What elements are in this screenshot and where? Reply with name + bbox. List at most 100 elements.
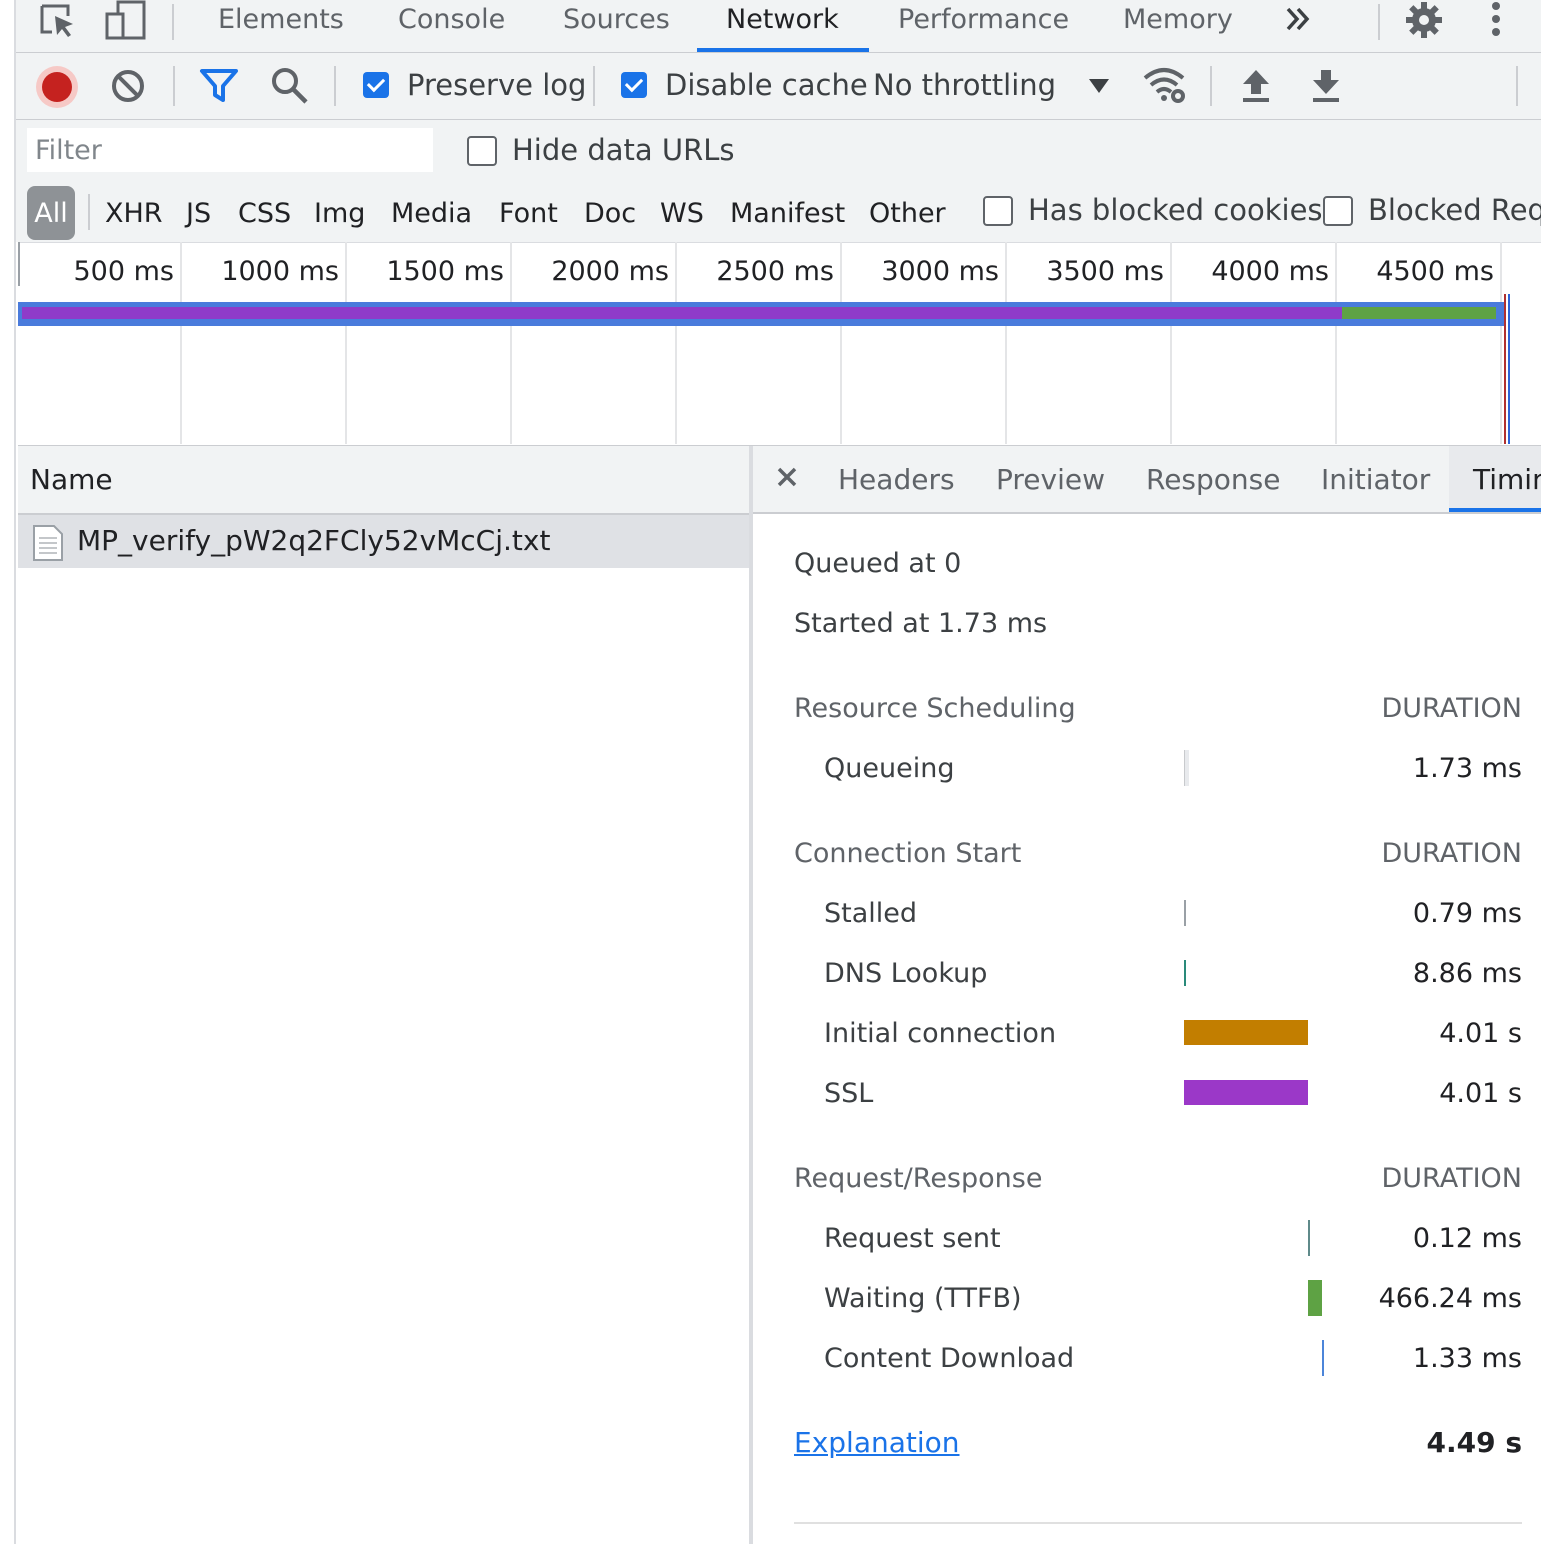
timing-value-request-sent: 0.12 ms bbox=[1412, 1223, 1522, 1254]
hide-data-urls-label[interactable]: Hide data URLs bbox=[512, 133, 735, 167]
record-icon[interactable] bbox=[34, 64, 80, 110]
hide-data-urls-checkbox[interactable] bbox=[467, 136, 497, 166]
detail-tab-indicator bbox=[1449, 508, 1541, 512]
close-icon[interactable] bbox=[776, 466, 798, 488]
more-tabs-icon[interactable] bbox=[1284, 4, 1314, 34]
overview-request-bar-ssl bbox=[22, 307, 1342, 319]
disable-cache-checkbox[interactable] bbox=[621, 72, 647, 98]
timing-value-stalled: 0.79 ms bbox=[1412, 898, 1522, 929]
dropdown-icon[interactable] bbox=[1088, 77, 1110, 95]
disable-cache-label[interactable]: Disable cache bbox=[665, 68, 868, 102]
tab-console[interactable]: Console bbox=[398, 0, 505, 52]
filter-input[interactable] bbox=[27, 128, 433, 172]
section-connection-start: Connection Start bbox=[794, 838, 1022, 869]
blocked-requests-label[interactable]: Blocked Requ bbox=[1368, 193, 1541, 227]
network-conditions-icon[interactable] bbox=[1142, 66, 1190, 106]
timing-bar-initial-connection bbox=[1184, 1020, 1308, 1045]
timing-bar-dns-lookup bbox=[1184, 960, 1186, 986]
preserve-log-checkbox[interactable] bbox=[363, 72, 389, 98]
upload-icon[interactable] bbox=[1240, 68, 1272, 104]
device-icon[interactable] bbox=[104, 0, 148, 42]
preserve-log-label[interactable]: Preserve log bbox=[407, 68, 586, 102]
overview-tick-label: 2500 ms bbox=[716, 256, 834, 287]
detail-tab-headers[interactable]: Headers bbox=[838, 446, 955, 512]
section-request-response: Request/Response bbox=[794, 1163, 1043, 1194]
timing-label-request-sent: Request sent bbox=[824, 1223, 1001, 1254]
tab-sources[interactable]: Sources bbox=[563, 0, 670, 52]
detail-tab-timing[interactable]: Timin bbox=[1473, 446, 1541, 512]
timing-label-dns-lookup: DNS Lookup bbox=[824, 958, 988, 989]
has-blocked-cookies-checkbox[interactable] bbox=[983, 196, 1013, 226]
overview-gridline bbox=[345, 242, 347, 444]
kebab-icon[interactable] bbox=[1484, 0, 1508, 40]
type-filter-img[interactable]: Img bbox=[314, 186, 365, 240]
timing-value-initial-connection: 4.01 s bbox=[1439, 1018, 1522, 1049]
gear-icon[interactable] bbox=[1404, 0, 1444, 40]
panel-splitter[interactable] bbox=[749, 446, 753, 1544]
overview-gridline bbox=[1335, 242, 1337, 444]
has-blocked-cookies-label[interactable]: Has blocked cookies bbox=[1028, 193, 1323, 227]
timing-label-content-download: Content Download bbox=[824, 1343, 1075, 1374]
tab-performance[interactable]: Performance bbox=[898, 0, 1069, 52]
timing-bar-ssl bbox=[1184, 1080, 1308, 1105]
timing-value-ssl: 4.01 s bbox=[1439, 1078, 1522, 1109]
queued-at: Queued at 0 bbox=[794, 548, 962, 579]
timing-value-dns-lookup: 8.86 ms bbox=[1412, 958, 1522, 989]
clear-icon[interactable] bbox=[110, 68, 146, 104]
overview-gridline bbox=[180, 242, 182, 444]
overview-tick-label: 1000 ms bbox=[221, 256, 339, 287]
timing-bar-waiting-ttfb bbox=[1308, 1280, 1322, 1316]
explanation-link[interactable]: Explanation bbox=[794, 1426, 960, 1459]
duration-header: DURATION bbox=[1381, 838, 1523, 869]
throttling-select[interactable]: No throttling bbox=[873, 68, 1056, 102]
overview-tick-label: 3000 ms bbox=[881, 256, 999, 287]
type-filter-all[interactable]: All bbox=[27, 186, 75, 240]
inspect-icon[interactable] bbox=[38, 2, 78, 42]
duration-header: DURATION bbox=[1381, 1163, 1523, 1194]
overview-tick-label: 500 ms bbox=[73, 256, 175, 287]
request-name[interactable]: MP_verify_pW2q2FCly52vMcCj.txt bbox=[77, 524, 550, 557]
toolbar-separator-5 bbox=[1516, 66, 1518, 106]
timing-value-content-download: 1.33 ms bbox=[1412, 1343, 1522, 1374]
toolbar-separator-3 bbox=[593, 66, 595, 106]
tab-elements[interactable]: Elements bbox=[218, 0, 344, 52]
type-filter-js[interactable]: JS bbox=[186, 186, 211, 240]
search-icon[interactable] bbox=[270, 66, 310, 106]
timing-label-queueing: Queueing bbox=[824, 753, 955, 784]
download-icon[interactable] bbox=[1310, 68, 1342, 104]
type-filter-ws[interactable]: WS bbox=[660, 186, 704, 240]
timing-bar-request-sent bbox=[1308, 1220, 1310, 1256]
overview-tick-label: 4000 ms bbox=[1211, 256, 1329, 287]
blocked-requests-checkbox[interactable] bbox=[1323, 196, 1353, 226]
tab-memory[interactable]: Memory bbox=[1123, 0, 1233, 52]
type-filter-other[interactable]: Other bbox=[869, 186, 946, 240]
tabbar-separator-right bbox=[1378, 4, 1380, 40]
type-filter-manifest[interactable]: Manifest bbox=[730, 186, 845, 240]
type-filter-css[interactable]: CSS bbox=[238, 186, 291, 240]
overview-gridline bbox=[1170, 242, 1172, 444]
timing-value-queueing: 1.73 ms bbox=[1412, 753, 1522, 784]
timing-bar-stalled bbox=[1184, 900, 1186, 926]
timing-label-initial-connection: Initial connection bbox=[824, 1018, 1057, 1049]
detail-tab-preview[interactable]: Preview bbox=[996, 446, 1105, 512]
name-column-header[interactable]: Name bbox=[30, 463, 113, 496]
duration-header: DURATION bbox=[1381, 693, 1523, 724]
type-filter-xhr[interactable]: XHR bbox=[105, 186, 163, 240]
timing-footer-divider bbox=[794, 1522, 1522, 1524]
detail-tab-response[interactable]: Response bbox=[1146, 446, 1280, 512]
tab-network[interactable]: Network bbox=[726, 0, 839, 52]
timing-bar-queueing bbox=[1184, 750, 1189, 786]
type-filter-media[interactable]: Media bbox=[391, 186, 472, 240]
type-filter-font[interactable]: Font bbox=[499, 186, 558, 240]
overview-dom-content-loaded-marker bbox=[1504, 294, 1506, 444]
detail-tab-initiator[interactable]: Initiator bbox=[1321, 446, 1430, 512]
type-filter-doc[interactable]: Doc bbox=[584, 186, 636, 240]
overview-tick-label: 3500 ms bbox=[1046, 256, 1164, 287]
active-tab-indicator bbox=[697, 48, 869, 52]
filter-icon[interactable] bbox=[199, 68, 239, 104]
overview-tick-label: 4500 ms bbox=[1376, 256, 1494, 287]
overview-gridline bbox=[1005, 242, 1007, 444]
timing-total: 4.49 s bbox=[1426, 1426, 1523, 1459]
overview-gridline bbox=[675, 242, 677, 444]
overview-gridline bbox=[1500, 242, 1502, 444]
